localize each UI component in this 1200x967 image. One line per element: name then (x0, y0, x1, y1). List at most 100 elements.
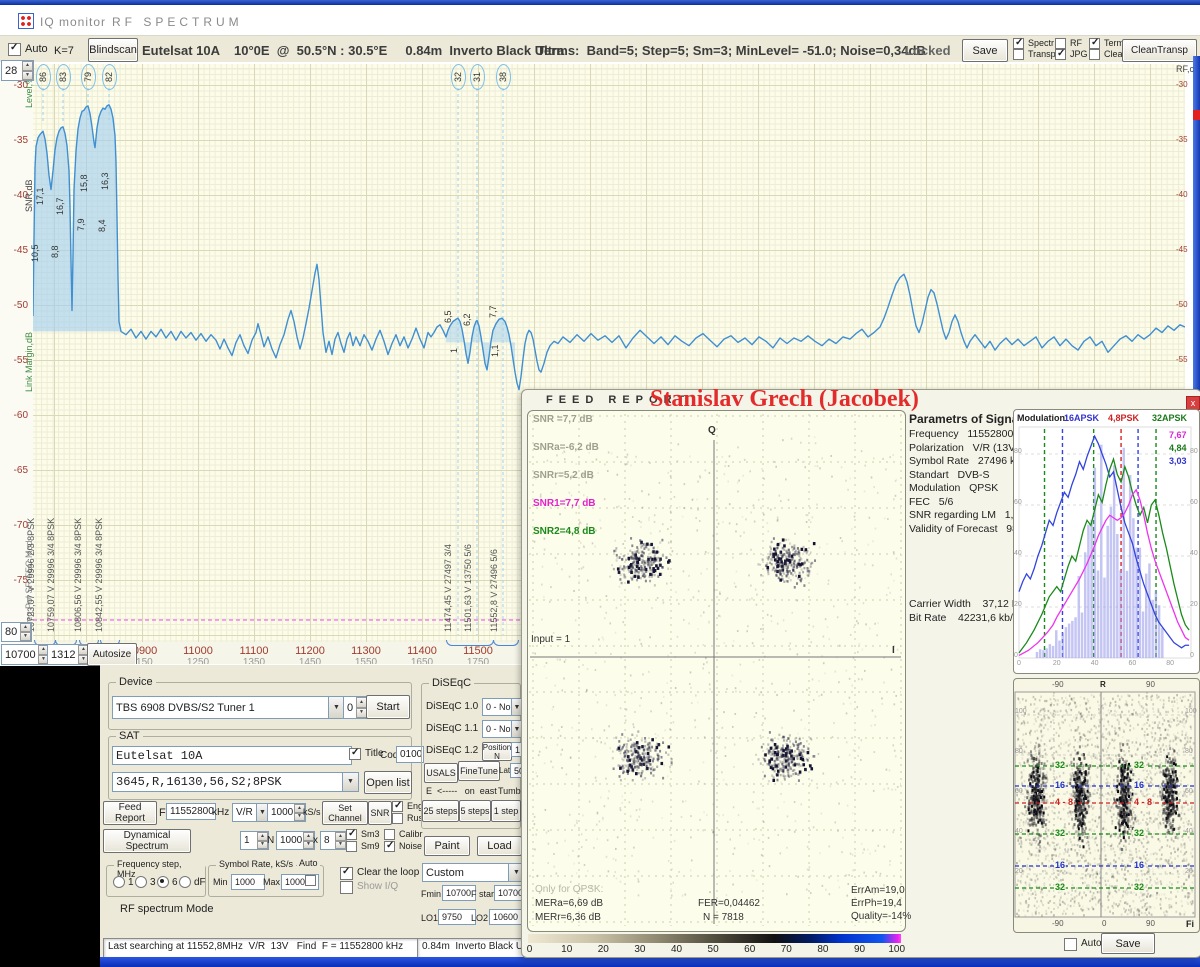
polarization-value: V/R (236, 807, 253, 818)
position-n-button[interactable]: Position N (482, 742, 512, 761)
dynamical-spectrum-button[interactable]: Dynamical Spectrum (103, 829, 191, 853)
lo1-label: LO1 (421, 913, 439, 923)
level-bottom-spinner[interactable]: 80 ▲ ▼ (1, 622, 32, 642)
snr-reading: SNRr=5,2 dB (533, 470, 594, 481)
load-button[interactable]: Load (477, 836, 522, 856)
auto-checkbox[interactable]: Auto (8, 42, 48, 56)
calibr-checkbox[interactable]: Calibr (384, 829, 423, 840)
radio-step-3-dot[interactable] (135, 876, 147, 888)
code-field[interactable]: 0100 (396, 746, 424, 763)
autosize-button[interactable]: Autosize (87, 643, 137, 666)
phase-threshold-label: 4 - 8 (1133, 797, 1154, 807)
paint-button[interactable]: Paint (424, 836, 470, 856)
phase-save-button[interactable]: Save (1101, 933, 1155, 954)
min-field[interactable]: 1000 (231, 874, 265, 890)
clear-loop-checkbox-box[interactable] (340, 866, 353, 880)
rate-spinner[interactable]: 1000 ▲ ▼ (267, 803, 306, 822)
polarization-combo[interactable]: V/R ▼ (232, 803, 269, 822)
open-list-button[interactable]: Open list (364, 771, 412, 794)
spectr-checkbox-label: Spectr (1028, 38, 1055, 48)
show-iq-checkbox-box[interactable] (340, 881, 353, 894)
custom-combo[interactable]: Custom ▼ (422, 863, 525, 882)
spectr-checkbox-box[interactable] (1013, 37, 1024, 49)
spectr-checkbox[interactable]: Spectr (1013, 37, 1055, 49)
save-spectrum-button[interactable]: Save (962, 39, 1008, 62)
title-checkbox-box[interactable] (349, 747, 361, 760)
modulation-legend-item: 16APSK (1064, 413, 1100, 423)
radio-step-df[interactable]: dF (179, 876, 206, 888)
sm9-checkbox[interactable]: Sm9 (346, 841, 380, 852)
set-channel-button[interactable]: Set Channel (322, 801, 368, 825)
sm9-checkbox-box[interactable] (346, 841, 357, 852)
phase-threshold-label: 32 (1133, 882, 1146, 892)
steps-5-button[interactable]: 5 steps (459, 800, 491, 822)
step-1-button[interactable]: 1 step (491, 800, 521, 822)
fmin-spinner[interactable]: 10700 ▲ ▼ (1, 644, 50, 665)
transp-checkbox[interactable]: Transp. (1013, 49, 1058, 60)
mod-x-tick: 60 (1128, 660, 1137, 667)
cleantransp-button[interactable]: CleanTransp (1122, 39, 1197, 62)
tuner-combo[interactable]: TBS 6908 DVBS/S2 Tuner 1 ▼ (112, 696, 345, 719)
chevron-down-icon[interactable]: ▼ (328, 697, 344, 718)
tuner-index-spinner[interactable]: 0 ▲ ▼ (343, 696, 368, 719)
status-search-text: Last searching at 11552,8MHz V/R 13V Fin… (108, 941, 404, 952)
terms-checkbox-box[interactable] (1089, 37, 1100, 49)
noise-checkbox[interactable]: Noise (384, 840, 422, 852)
eng-checkbox-box[interactable] (392, 800, 403, 812)
sm3-checkbox[interactable]: Sm3 (346, 828, 380, 840)
blindscan-button[interactable]: Blindscan (88, 38, 138, 62)
radio-step-df-dot[interactable] (179, 876, 191, 888)
rate-value: 1000 (271, 807, 294, 818)
dyn-n-spinner[interactable]: 1000 ▲ ▼ (276, 831, 315, 850)
finetune-button[interactable]: FineTune (458, 761, 500, 781)
transp-checkbox-box[interactable] (1013, 49, 1024, 60)
calibr-checkbox-box[interactable] (384, 829, 395, 840)
sr-auto-checkbox-box[interactable] (305, 875, 316, 886)
eng-checkbox[interactable]: Eng (392, 800, 423, 812)
start-button[interactable]: Start (366, 695, 410, 719)
chevron-down-icon[interactable]: ▼ (342, 773, 358, 791)
phase-auto-checkbox[interactable]: Auto (1064, 938, 1102, 951)
transponder-combo[interactable]: 3645,R,16130,56,S2;8PSK ▼ (112, 772, 359, 792)
clean-checkbox-box[interactable] (1089, 49, 1100, 60)
feed-report-button[interactable]: Feed Report (103, 801, 157, 825)
phase-threshold-label: 32 (1054, 882, 1067, 892)
document-title: RF SPECTRUM (112, 15, 243, 29)
steps-25-button[interactable]: 25 steps (422, 800, 459, 822)
noise-checkbox-box[interactable] (384, 840, 395, 852)
diseqc10-combo[interactable]: 0 - No ▼ (482, 698, 523, 716)
jpg-checkbox-box[interactable] (1055, 48, 1066, 60)
title-checkbox[interactable]: Title (349, 747, 384, 760)
frequency-field[interactable]: 11552800 (166, 803, 216, 820)
rus-checkbox-box[interactable] (392, 813, 403, 824)
mod-y-tick-right: 0 (1190, 652, 1194, 659)
usals-button[interactable]: USALS (424, 763, 458, 783)
diseqc11-combo[interactable]: 0 - No ▼ (482, 720, 523, 738)
taskbar[interactable] (100, 957, 1200, 967)
q-axis-label: Q (708, 425, 716, 436)
show-iq-checkbox[interactable]: Show I/Q (340, 881, 398, 894)
phase-auto-checkbox-box[interactable] (1064, 938, 1077, 951)
sat-name-field[interactable]: Eutelsat 10A (112, 746, 352, 765)
sr-auto-checkbox[interactable] (305, 875, 316, 886)
radio-step-6-dot[interactable] (157, 876, 169, 888)
rus-checkbox[interactable]: Rus (392, 813, 423, 824)
phase-auto-checkbox-label: Auto (1081, 938, 1102, 949)
signal-param-line: FEC 5/6 (909, 495, 954, 508)
close-button[interactable]: x (1186, 396, 1200, 410)
span-spinner[interactable]: 1312 ▲ ▼ (47, 644, 90, 665)
snr-button[interactable]: SNR (368, 801, 392, 825)
radio-step-1-dot[interactable] (113, 876, 125, 888)
right-border-marker[interactable] (1193, 110, 1200, 120)
dyn-8-spinner[interactable]: 8 ▲ ▼ (320, 831, 347, 850)
radio-step-6[interactable]: 6 (157, 876, 178, 888)
auto-checkbox-box[interactable] (8, 42, 21, 56)
status-dish-text: 0.84m Inverto Black Ultra (422, 941, 524, 952)
sm3-checkbox-box[interactable] (346, 828, 357, 840)
clear-loop-checkbox[interactable]: Clear the loop (340, 866, 419, 880)
radio-step-1[interactable]: 1 (113, 876, 134, 888)
jpg-checkbox[interactable]: JPG (1055, 48, 1088, 60)
dyn-1-spinner[interactable]: 1 ▲ ▼ (240, 831, 269, 850)
radio-step-3[interactable]: 3 (135, 876, 156, 888)
level-top-spinner[interactable]: 28 ▲ ▼ (1, 60, 34, 81)
